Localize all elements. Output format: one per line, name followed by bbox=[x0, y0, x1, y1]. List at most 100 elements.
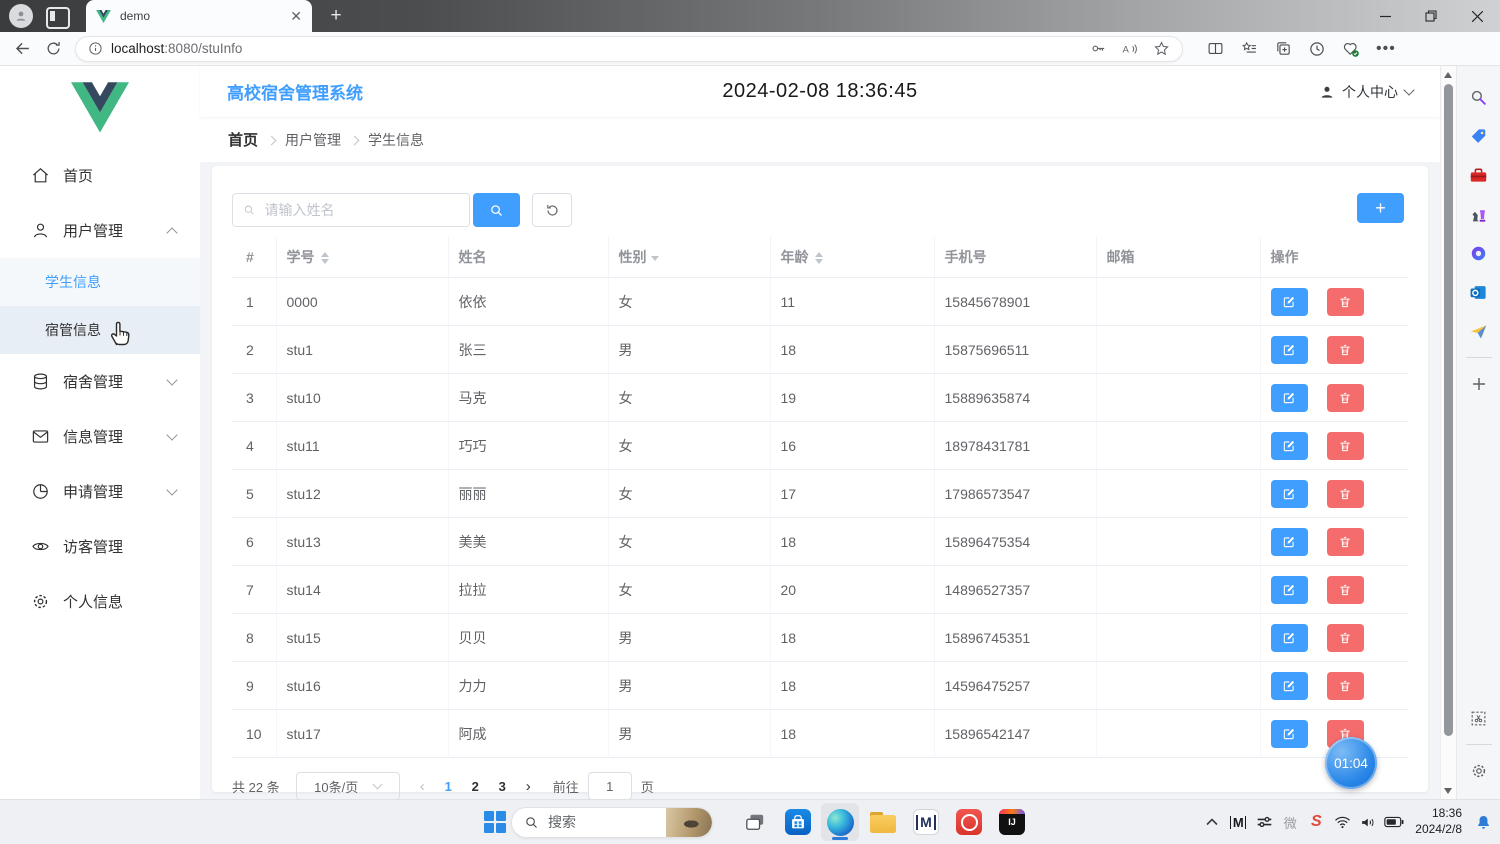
scrollbar-thumb[interactable] bbox=[1444, 84, 1453, 736]
browser-profile-button[interactable] bbox=[9, 4, 33, 28]
collections-icon[interactable] bbox=[1274, 40, 1293, 57]
task-view-button[interactable] bbox=[736, 803, 774, 841]
delete-button[interactable] bbox=[1327, 672, 1364, 700]
search-highlight-image[interactable] bbox=[666, 808, 712, 837]
tray-wifi-icon[interactable] bbox=[1329, 800, 1355, 844]
history-icon[interactable] bbox=[1308, 40, 1326, 58]
sidebar-search-button[interactable] bbox=[1464, 78, 1494, 117]
delete-button[interactable] bbox=[1327, 384, 1364, 412]
edit-button[interactable] bbox=[1271, 336, 1308, 364]
tray-marktext-icon[interactable]: M bbox=[1225, 800, 1251, 844]
scrollbar-up-arrow[interactable] bbox=[1444, 72, 1452, 78]
microsoft-store-button[interactable] bbox=[779, 803, 817, 841]
sidebar-subitem-student-info[interactable]: 学生信息 bbox=[0, 258, 200, 306]
favorites-icon[interactable] bbox=[1240, 40, 1259, 57]
back-button[interactable] bbox=[13, 39, 32, 58]
intellij-idea-button[interactable]: IJ bbox=[993, 803, 1031, 841]
edit-button[interactable] bbox=[1271, 288, 1308, 316]
tray-ime-icon[interactable]: 微 bbox=[1277, 800, 1303, 844]
breadcrumb-user-management[interactable]: 用户管理 bbox=[285, 130, 341, 150]
sidebar-outlook-button[interactable] bbox=[1464, 273, 1494, 312]
table-row[interactable]: 9 stu16 力力 男 18 14596475257 bbox=[232, 662, 1408, 710]
sort-carets-icon[interactable] bbox=[815, 252, 823, 264]
screen-recorder-timer[interactable]: 01:04 bbox=[1325, 737, 1377, 789]
table-row[interactable]: 1 0000 依依 女 11 15845678901 bbox=[232, 278, 1408, 326]
browser-tab[interactable]: demo ✕ bbox=[86, 0, 312, 32]
taskbar-clock[interactable]: 18:36 2024/2/8 bbox=[1415, 806, 1462, 837]
delete-button[interactable] bbox=[1327, 624, 1364, 652]
edge-browser-button[interactable] bbox=[821, 803, 859, 841]
sidebar-drop-button[interactable] bbox=[1464, 312, 1494, 351]
tray-sliders-icon[interactable] bbox=[1251, 800, 1277, 844]
marktext-button[interactable]: M bbox=[907, 803, 945, 841]
edit-button[interactable] bbox=[1271, 576, 1308, 604]
next-page-button[interactable]: › bbox=[526, 778, 531, 795]
search-button[interactable] bbox=[473, 193, 520, 227]
delete-button[interactable] bbox=[1327, 576, 1364, 604]
sidebar-item-user-management[interactable]: 用户管理 bbox=[0, 203, 200, 258]
file-explorer-button[interactable] bbox=[864, 803, 902, 841]
page-number-3[interactable]: 3 bbox=[489, 779, 516, 794]
sidebar-games-button[interactable] bbox=[1464, 195, 1494, 234]
tray-sogou-icon[interactable]: S bbox=[1303, 800, 1329, 844]
breadcrumb-home[interactable]: 首页 bbox=[228, 129, 258, 150]
page-scrollbar[interactable] bbox=[1440, 66, 1456, 800]
sidebar-customize-button[interactable] bbox=[1464, 364, 1494, 403]
read-aloud-icon[interactable]: A bbox=[1121, 41, 1139, 57]
window-minimize-button[interactable] bbox=[1362, 0, 1408, 32]
browser-essentials-icon[interactable] bbox=[1341, 40, 1361, 58]
tray-battery-icon[interactable] bbox=[1381, 800, 1407, 844]
table-row[interactable]: 5 stu12 丽丽 女 17 17986573547 bbox=[232, 470, 1408, 518]
table-row[interactable]: 7 stu14 拉拉 女 20 14896527357 bbox=[232, 566, 1408, 614]
table-row[interactable]: 2 stu1 张三 男 18 15875696511 bbox=[232, 326, 1408, 374]
table-row[interactable]: 4 stu11 巧巧 女 16 18978431781 bbox=[232, 422, 1408, 470]
taskbar-search-box[interactable]: 搜索 bbox=[511, 807, 713, 838]
more-menu-icon[interactable]: ••• bbox=[1376, 40, 1396, 58]
name-search-field[interactable] bbox=[232, 193, 470, 227]
appgallery-button[interactable] bbox=[950, 803, 988, 841]
edit-button[interactable] bbox=[1271, 480, 1308, 508]
sidebar-item-visitor-management[interactable]: 访客管理 bbox=[0, 519, 200, 574]
breadcrumb-student-info[interactable]: 学生信息 bbox=[368, 130, 424, 150]
sidebar-m365-button[interactable] bbox=[1464, 234, 1494, 273]
add-student-button[interactable]: + bbox=[1357, 193, 1404, 223]
sidebar-settings-button[interactable] bbox=[1464, 751, 1494, 790]
sidebar-subitem-dorm-manager-info[interactable]: 宿管信息 bbox=[0, 306, 200, 354]
window-restore-button[interactable] bbox=[1408, 0, 1454, 32]
sidebar-shopping-button[interactable] bbox=[1464, 117, 1494, 156]
sidebar-item-dorm-management[interactable]: 宿舍管理 bbox=[0, 354, 200, 409]
workspaces-icon[interactable] bbox=[46, 7, 70, 29]
search-input[interactable] bbox=[262, 201, 459, 219]
scrollbar-down-arrow[interactable] bbox=[1444, 788, 1452, 794]
sidebar-screenshot-button[interactable] bbox=[1464, 699, 1494, 738]
edit-button[interactable] bbox=[1271, 432, 1308, 460]
table-row[interactable]: 8 stu15 贝贝 男 18 15896745351 bbox=[232, 614, 1408, 662]
edit-button[interactable] bbox=[1271, 384, 1308, 412]
favorite-star-icon[interactable] bbox=[1153, 40, 1170, 57]
delete-button[interactable] bbox=[1327, 432, 1364, 460]
split-screen-icon[interactable] bbox=[1206, 40, 1225, 57]
user-center-menu[interactable]: 个人中心 bbox=[1319, 82, 1413, 102]
goto-page-input[interactable] bbox=[588, 772, 632, 800]
table-row[interactable]: 10 stu17 阿成 男 18 15896542147 bbox=[232, 710, 1408, 758]
new-tab-button[interactable]: + bbox=[324, 4, 348, 28]
delete-button[interactable] bbox=[1327, 480, 1364, 508]
table-row[interactable]: 3 stu10 马克 女 19 15889635874 bbox=[232, 374, 1408, 422]
sidebar-tools-button[interactable] bbox=[1464, 156, 1494, 195]
edit-button[interactable] bbox=[1271, 720, 1308, 748]
sidebar-item-message-management[interactable]: 信息管理 bbox=[0, 409, 200, 464]
tray-chevron-up[interactable] bbox=[1199, 800, 1225, 844]
prev-page-button[interactable]: ‹ bbox=[420, 778, 425, 795]
sidebar-item-home[interactable]: 首页 bbox=[0, 148, 200, 203]
tray-volume-icon[interactable] bbox=[1355, 800, 1381, 844]
page-size-select[interactable]: 10条/页 bbox=[296, 772, 400, 800]
start-button[interactable] bbox=[476, 803, 514, 841]
sidebar-item-application-management[interactable]: 申请管理 bbox=[0, 464, 200, 519]
sort-carets-icon[interactable] bbox=[321, 252, 329, 264]
delete-button[interactable] bbox=[1327, 336, 1364, 364]
sidebar-item-personal-info[interactable]: 个人信息 bbox=[0, 574, 200, 629]
notification-bell-button[interactable] bbox=[1466, 800, 1500, 844]
tab-close-icon[interactable]: ✕ bbox=[290, 9, 302, 23]
site-info-icon[interactable] bbox=[88, 41, 103, 56]
edit-button[interactable] bbox=[1271, 672, 1308, 700]
